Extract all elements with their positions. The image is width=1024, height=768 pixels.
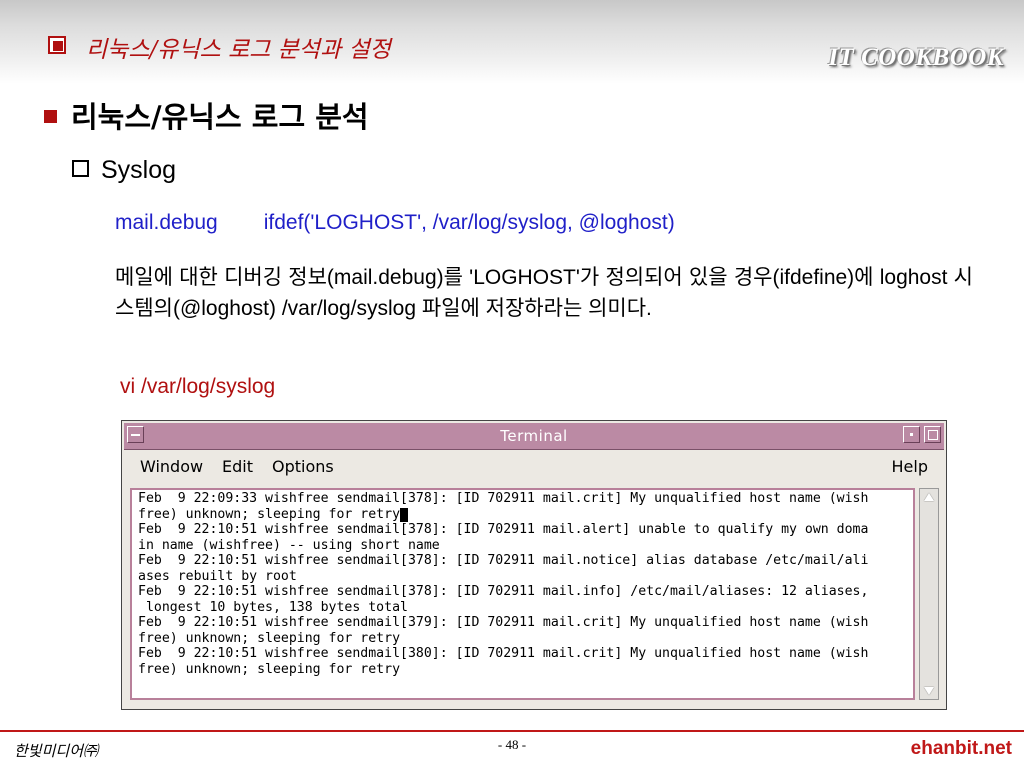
section-title-text: 리눅스/유닉스 로그 분석과 설정 [86, 37, 391, 63]
square-bullet-icon [44, 109, 57, 123]
terminal-window: Terminal Window Edit Options Help Feb 9 … [121, 420, 947, 710]
menu-window[interactable]: Window [140, 457, 203, 476]
config-action: ifdef('LOGHOST', /var/log/syslog, @logho… [263, 211, 675, 234]
text-cursor [400, 507, 409, 522]
terminal-line: free) unknown; sleeping for retry [138, 507, 913, 523]
terminal-line: Feb 9 22:10:51 wishfree sendmail[379]: [… [138, 615, 869, 630]
terminal-line: Feb 9 22:10:51 wishfree sendmail[378]: [… [138, 584, 869, 599]
terminal-line: free) unknown; sleeping for retry [138, 661, 401, 677]
terminal-line: Feb 9 22:10:51 wishfree sendmail[380]: [… [138, 646, 869, 661]
footer-divider [0, 730, 1024, 732]
page-number: - 48 - [497, 737, 527, 752]
slide-header: 리눅스/유닉스 로그 분석과 설정 IT COOKBOOK [0, 0, 1024, 84]
main-heading: 리눅스/유닉스 로그 분석 [44, 94, 369, 136]
terminal-titlebar[interactable]: Terminal [124, 423, 944, 450]
site-logo: ehanbit.net [910, 738, 1012, 759]
terminal-line: longest 10 bytes, 138 bytes total [138, 599, 408, 615]
sub-heading: Syslog [72, 156, 176, 185]
brand-logo: IT COOKBOOK [828, 44, 1004, 71]
terminal-menubar: Window Edit Options Help [124, 450, 944, 484]
section-title: 리눅스/유닉스 로그 분석과 설정 [50, 30, 391, 64]
sub-heading-text: Syslog [101, 156, 177, 184]
menu-options[interactable]: Options [272, 457, 334, 476]
terminal-output[interactable]: Feb 9 22:09:33 wishfree sendmail[378]: [… [130, 488, 915, 700]
minimize-icon[interactable] [903, 426, 920, 443]
description-paragraph: 메일에 대한 디버깅 정보(mail.debug)를 'LOGHOST'가 정의… [115, 266, 973, 320]
config-line: mail.debug ifdef('LOGHOST', /var/log/sysl… [115, 211, 675, 235]
terminal-title: Terminal [500, 427, 568, 445]
terminal-line: Feb 9 22:10:51 wishfree sendmail[378]: [… [138, 522, 869, 537]
maximize-icon[interactable] [924, 426, 941, 443]
command-text: vi /var/log/syslog [120, 375, 276, 398]
config-facility: mail.debug [115, 211, 218, 234]
terminal-line: free) unknown; sleeping for retry [138, 630, 401, 646]
terminal-line: Feb 9 22:10:51 wishfree sendmail[378]: [… [138, 553, 869, 568]
terminal-line: Feb 9 22:09:33 wishfree sendmail[378]: [… [138, 491, 869, 506]
scroll-up-icon[interactable] [924, 493, 934, 501]
checkbox-bullet-icon [72, 159, 89, 177]
main-heading-text: 리눅스/유닉스 로그 분석 [71, 100, 369, 134]
menu-edit[interactable]: Edit [222, 457, 253, 476]
terminal-scrollbar[interactable] [919, 488, 939, 700]
terminal-line: in name (wishfree) -- using short name [138, 537, 440, 553]
terminal-line: ases rebuilt by root [138, 568, 297, 584]
terminal-lines: Feb 9 22:09:33 wishfree sendmail[378]: [… [132, 490, 913, 677]
menu-help[interactable]: Help [892, 457, 928, 476]
scroll-down-icon[interactable] [924, 687, 934, 695]
